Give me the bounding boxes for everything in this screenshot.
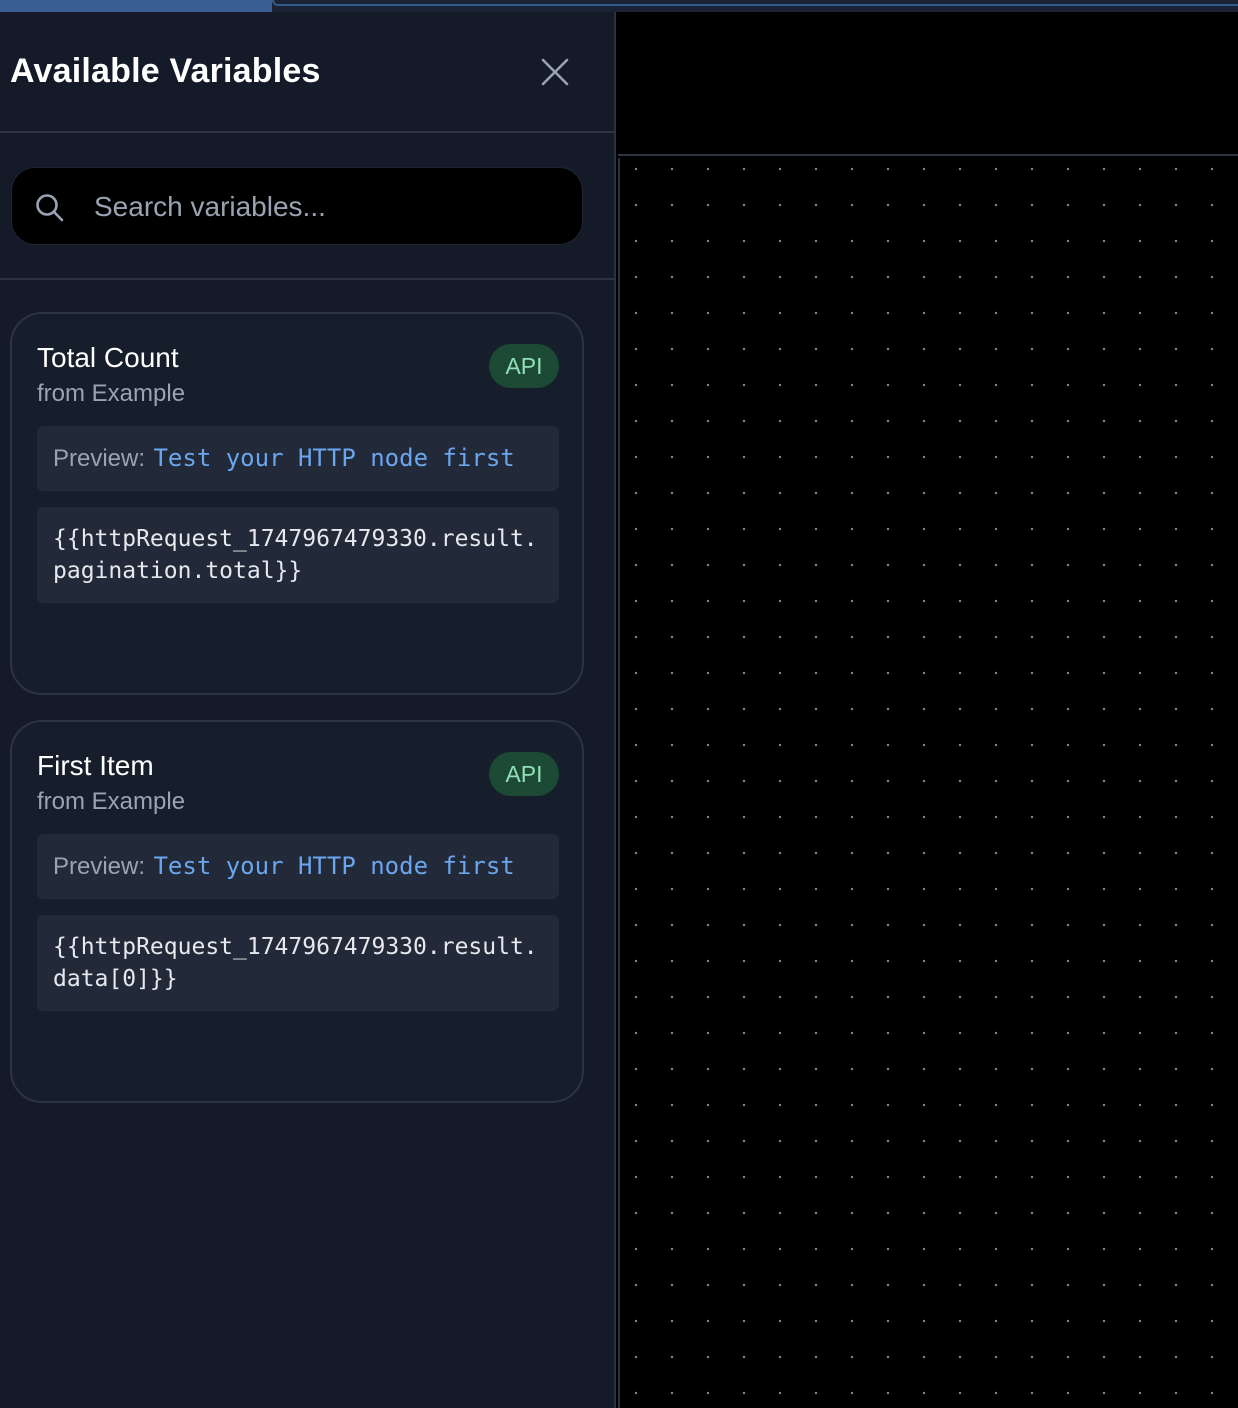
expression-box[interactable]: {{httpRequest_1747967479330.result.data[… (37, 915, 559, 1011)
close-button[interactable] (535, 52, 575, 92)
preview-value: Test your HTTP node first (153, 852, 515, 880)
close-icon (541, 58, 569, 86)
variable-title: Total Count (37, 342, 179, 373)
preview-box: Preview: Test your HTTP node first (37, 834, 559, 899)
active-tab-indicator (0, 0, 272, 12)
variable-card[interactable]: First Item from Example API Preview: Tes… (10, 720, 584, 1103)
variable-source: from Example (37, 788, 186, 815)
search-box[interactable] (11, 167, 583, 245)
search-icon (36, 194, 64, 222)
panel-title: Available Variables (10, 52, 321, 90)
variable-expression: {{httpRequest_1747967479330.result.pagin… (53, 526, 538, 584)
preview-label: Preview: (53, 853, 146, 880)
preview-value: Test your HTTP node first (153, 444, 515, 472)
canvas-toolbar-area (618, 12, 1238, 156)
variable-card[interactable]: Total Count from Example API Preview: Te… (10, 312, 584, 695)
variable-title: First Item (37, 750, 154, 781)
preview-label: Preview: (53, 445, 146, 472)
variables-panel: Available Variables Total Count from Exa… (0, 12, 616, 1408)
search-area (0, 135, 616, 280)
preview-box: Preview: Test your HTTP node first (37, 426, 559, 491)
variable-source: from Example (37, 380, 186, 407)
top-strip (0, 0, 1238, 12)
canvas-dot-grid[interactable] (618, 158, 1238, 1408)
workflow-canvas[interactable] (618, 12, 1238, 1408)
api-badge: API (489, 344, 559, 388)
expression-box[interactable]: {{httpRequest_1747967479330.result.pagin… (37, 507, 559, 603)
panel-header: Available Variables (0, 12, 616, 133)
search-input[interactable] (92, 182, 562, 232)
api-badge: API (489, 752, 559, 796)
tab-outline (272, 0, 1238, 6)
variable-expression: {{httpRequest_1747967479330.result.data[… (53, 934, 538, 992)
